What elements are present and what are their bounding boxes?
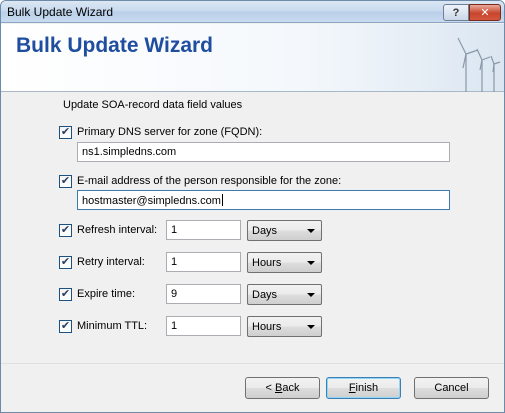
finish-rest: inish bbox=[355, 382, 379, 394]
help-button[interactable]: ? bbox=[443, 4, 469, 21]
email-input[interactable]: hostmaster@simpledns.com bbox=[77, 190, 450, 210]
minttl-unit-select[interactable]: Hours bbox=[247, 316, 322, 337]
primary-dns-label: Primary DNS server for zone (FQDN): bbox=[77, 126, 263, 138]
expire-checkbox[interactable]: ✔ bbox=[59, 288, 72, 301]
refresh-input[interactable]: 1 bbox=[166, 220, 241, 240]
minttl-label: Minimum TTL: bbox=[77, 320, 148, 332]
chevron-down-icon bbox=[307, 293, 315, 297]
wind-turbines-graphic bbox=[457, 37, 501, 92]
check-mark-icon: ✔ bbox=[60, 256, 71, 268]
button-bar: < Back Finish Cancel bbox=[1, 363, 504, 412]
check-mark-icon: ✔ bbox=[60, 320, 71, 332]
minttl-unit-value: Hours bbox=[252, 321, 282, 333]
retry-checkbox[interactable]: ✔ bbox=[59, 256, 72, 269]
chevron-down-icon bbox=[307, 261, 315, 265]
chevron-down-icon bbox=[307, 325, 315, 329]
close-button[interactable]: ✕ bbox=[469, 4, 501, 21]
email-label: E-mail address of the person responsible… bbox=[77, 175, 342, 187]
check-mark-icon: ✔ bbox=[60, 126, 71, 138]
check-mark-icon: ✔ bbox=[60, 288, 71, 300]
wizard-window: Bulk Update Wizard ? ✕ Bulk Update Wizar… bbox=[0, 0, 505, 413]
minttl-input[interactable]: 1 bbox=[166, 316, 241, 336]
retry-input[interactable]: 1 bbox=[166, 252, 241, 272]
wizard-content: Update SOA-record data field values ✔ Pr… bbox=[1, 93, 504, 363]
page-title: Bulk Update Wizard bbox=[16, 34, 213, 57]
intro-text: Update SOA-record data field values bbox=[63, 99, 243, 111]
cancel-button[interactable]: Cancel bbox=[414, 377, 489, 399]
finish-mnemonic: F bbox=[348, 382, 356, 394]
retry-unit-value: Hours bbox=[252, 257, 282, 269]
finish-button[interactable]: Finish bbox=[326, 377, 401, 399]
retry-unit-select[interactable]: Hours bbox=[247, 252, 322, 273]
primary-dns-input[interactable]: ns1.simpledns.com bbox=[77, 142, 450, 162]
refresh-label: Refresh interval: bbox=[77, 224, 158, 236]
back-button[interactable]: < Back bbox=[245, 377, 320, 399]
text-caret bbox=[221, 194, 223, 206]
refresh-checkbox[interactable]: ✔ bbox=[59, 224, 72, 237]
expire-unit-value: Days bbox=[252, 289, 278, 301]
wizard-header: Bulk Update Wizard bbox=[1, 24, 504, 92]
email-checkbox[interactable]: ✔ bbox=[59, 175, 72, 188]
check-mark-icon: ✔ bbox=[60, 175, 71, 187]
email-value: hostmaster@simpledns.com bbox=[82, 195, 221, 207]
back-prefix: < bbox=[265, 382, 275, 394]
expire-input[interactable]: 9 bbox=[166, 284, 241, 304]
primary-dns-checkbox[interactable]: ✔ bbox=[59, 126, 72, 139]
check-mark-icon: ✔ bbox=[60, 224, 71, 236]
minttl-checkbox[interactable]: ✔ bbox=[59, 320, 72, 333]
expire-label: Expire time: bbox=[77, 288, 136, 300]
back-mnemonic: B bbox=[275, 382, 283, 394]
retry-label: Retry interval: bbox=[77, 256, 145, 268]
refresh-unit-value: Days bbox=[252, 225, 278, 237]
window-title: Bulk Update Wizard bbox=[7, 5, 114, 19]
refresh-unit-select[interactable]: Days bbox=[247, 220, 322, 241]
chevron-down-icon bbox=[307, 229, 315, 233]
back-rest: ack bbox=[282, 382, 300, 394]
expire-unit-select[interactable]: Days bbox=[247, 284, 322, 305]
title-bar[interactable]: Bulk Update Wizard ? ✕ bbox=[1, 1, 504, 23]
